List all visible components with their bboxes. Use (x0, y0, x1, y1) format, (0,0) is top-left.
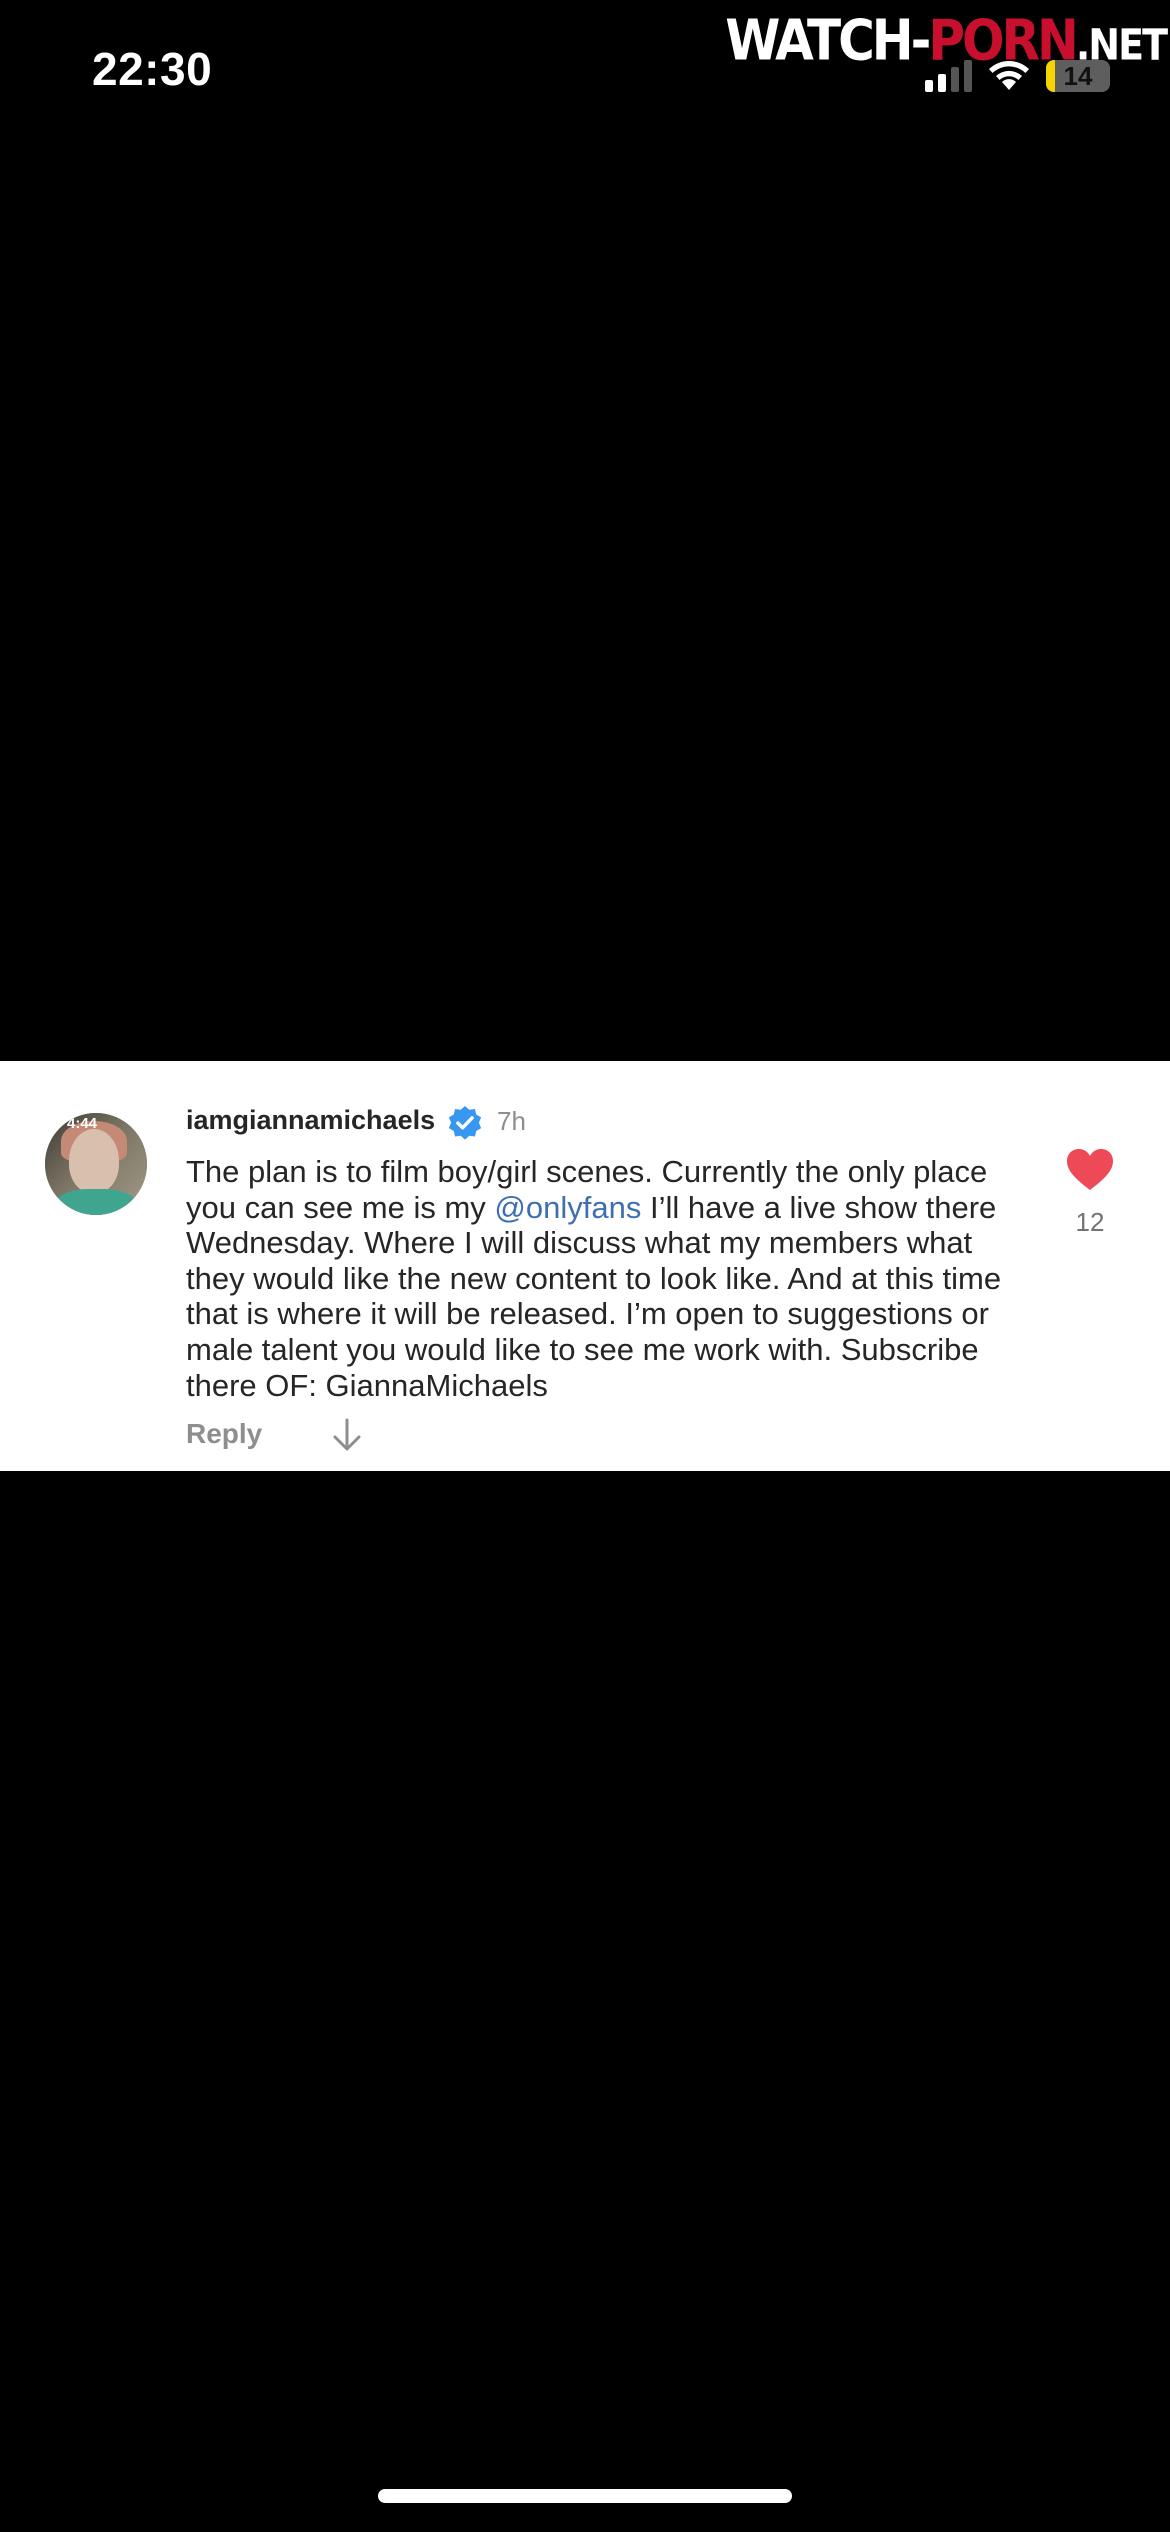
battery-icon: 14 (1046, 60, 1110, 92)
down-arrow-icon[interactable] (330, 1417, 364, 1453)
avatar[interactable]: 4:44 (45, 1113, 147, 1215)
battery-level: 14 (1063, 61, 1093, 91)
verified-badge-icon (448, 1105, 482, 1140)
signal-icon (925, 58, 972, 92)
avatar-time: 4:44 (67, 1115, 98, 1132)
comment-card: 4:44 iamgiannamichaels 7h The plan is to… (0, 1061, 1170, 1471)
status-icons: 14 (925, 56, 1110, 92)
comment-time-ago: 7h (497, 1106, 526, 1136)
screen: 22:30 WATCH-PORN.NET 14 4:44 iamgiannami… (0, 0, 1170, 2532)
comment-text: The plan is to film boy/girl scenes. Cur… (186, 1154, 1026, 1403)
heart-icon[interactable] (1066, 1148, 1114, 1192)
mention-link[interactable]: @onlyfans (494, 1190, 641, 1225)
wifi-icon (989, 61, 1029, 90)
status-time: 22:30 (92, 43, 213, 95)
reply-button[interactable]: Reply (186, 1418, 262, 1450)
home-indicator[interactable] (378, 2489, 792, 2503)
like-count: 12 (1075, 1207, 1105, 1237)
comment-username[interactable]: iamgiannamichaels (186, 1105, 435, 1136)
watermark-part-1: WATCH- (725, 8, 931, 73)
